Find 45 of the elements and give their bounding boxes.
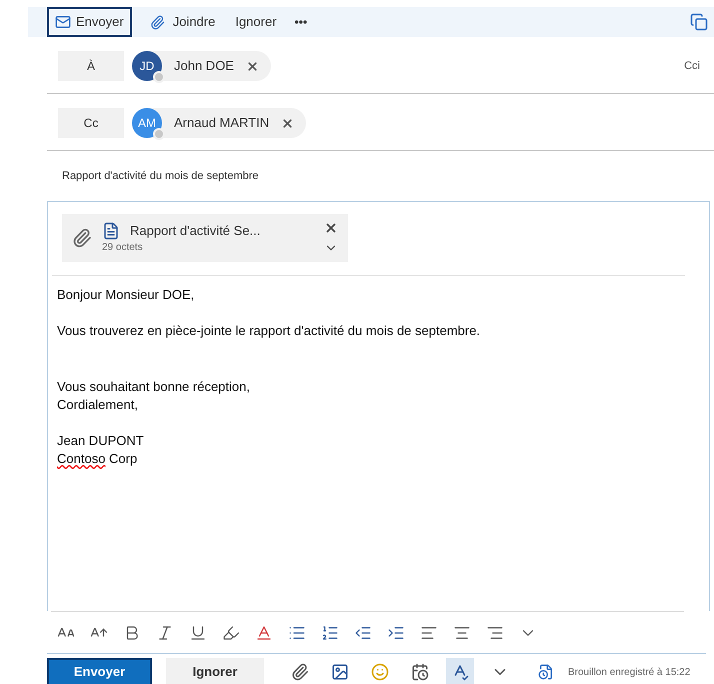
recipient-label-button[interactable]: Cc — [58, 108, 124, 138]
send-button[interactable]: Envoyer — [47, 658, 152, 684]
attach-button[interactable]: Joindre — [150, 12, 216, 32]
send-button[interactable]: Envoyer — [47, 7, 132, 37]
font-color-icon[interactable] — [255, 624, 273, 642]
attachment-card[interactable]: Rapport d'activité Se... 29 octets — [62, 214, 348, 262]
paperclip-icon — [72, 228, 92, 248]
remove-icon[interactable] — [281, 116, 294, 130]
recipient-name: Arnaud MARTIN — [174, 114, 270, 132]
mail-icon — [55, 14, 71, 30]
italic-icon[interactable] — [156, 624, 174, 642]
body-text: Jean DUPONT — [57, 432, 145, 450]
subject-field[interactable]: Rapport d'activité du mois de septembre — [47, 151, 714, 201]
attachment-name: Rapport d'activité Se... — [130, 222, 260, 240]
recipient-chip[interactable]: JD John DOE — [132, 51, 271, 81]
body-text: Contoso Corp — [57, 450, 138, 468]
remove-icon[interactable] — [246, 60, 259, 72]
paperclip-icon — [291, 663, 309, 681]
calendar-clock-icon — [411, 663, 429, 681]
spelling-tool-button[interactable] — [446, 658, 474, 684]
smiley-icon — [371, 663, 389, 681]
recipient-label-button[interactable]: À — [58, 51, 124, 81]
close-icon[interactable] — [324, 221, 338, 235]
document-icon — [102, 222, 120, 240]
bcc-link[interactable]: Cci — [684, 58, 700, 74]
discard-button[interactable]: Ignorer — [235, 12, 277, 32]
paperclip-icon — [150, 14, 165, 30]
body-text: Vous trouverez en pièce-jointe le rapport d'activité du mois de septembre. — [57, 322, 482, 340]
numbered-list-icon[interactable] — [321, 624, 339, 642]
draft-icon — [538, 664, 554, 680]
avatar: JD — [132, 51, 162, 81]
underline-icon[interactable] — [189, 624, 207, 642]
more-button[interactable]: ••• — [294, 13, 308, 31]
body-text: Cordialement, — [57, 396, 139, 414]
recipient-name: John DOE — [174, 57, 234, 76]
avatar: AM — [132, 108, 162, 138]
discard-button[interactable]: Ignorer — [166, 658, 264, 684]
attachment-size: 29 octets — [102, 241, 144, 256]
image-icon — [331, 663, 349, 681]
highlighter-icon[interactable] — [222, 624, 240, 642]
body-text: Bonjour Monsieur DOE, — [57, 286, 196, 304]
body-text: Vous souhaitant bonne réception, — [57, 378, 251, 396]
pop-out-icon[interactable] — [690, 13, 708, 31]
draft-status: Brouillon enregistré à 15:22 — [568, 666, 690, 680]
recipient-chip[interactable]: AM Arnaud MARTIN — [132, 108, 306, 138]
